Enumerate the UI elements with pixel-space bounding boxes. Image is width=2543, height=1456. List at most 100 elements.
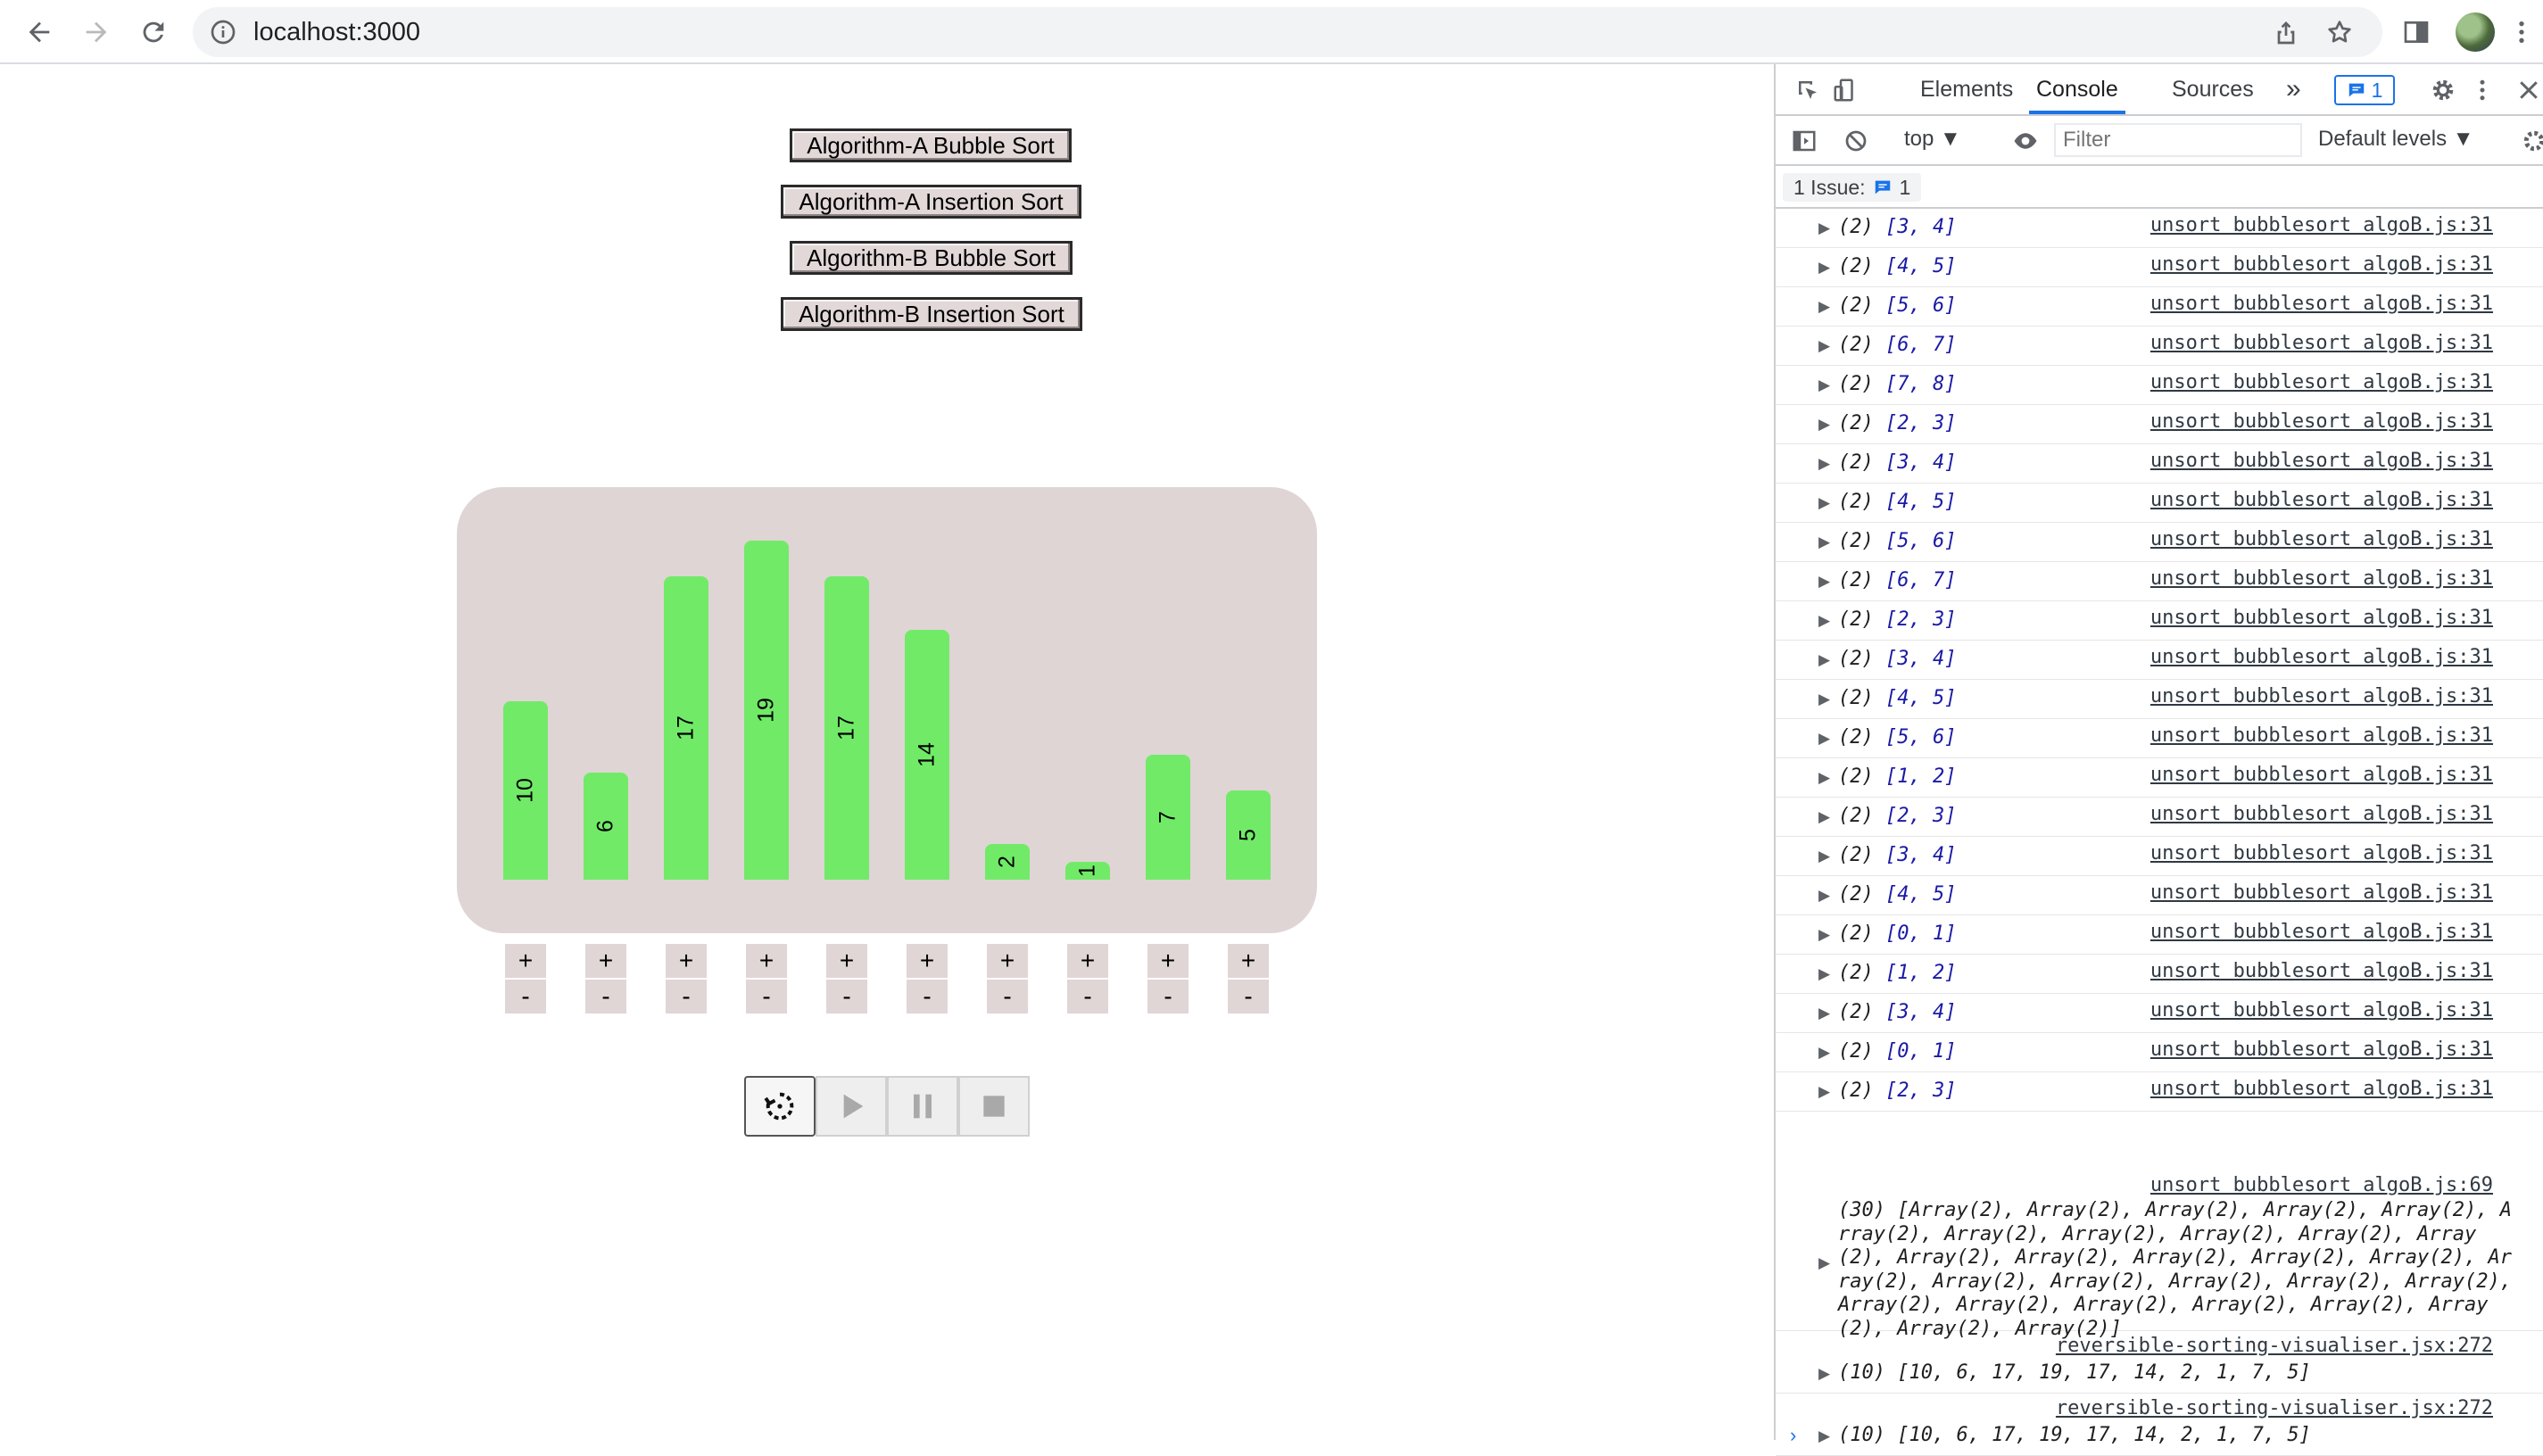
profile-avatar[interactable] xyxy=(2456,12,2495,52)
log-entry[interactable]: ▶ (2) [2, 3] unsort bubblesort algoB.js:31 xyxy=(1776,405,2543,444)
expand-triangle-icon[interactable]: ▶ xyxy=(1818,691,1830,708)
log-source-link[interactable]: unsort bubblesort algoB.js:31 xyxy=(2150,646,2493,668)
expand-triangle-icon[interactable]: ▶ xyxy=(1818,651,1830,669)
reset-button[interactable] xyxy=(744,1076,816,1137)
increment-button-3[interactable]: + xyxy=(666,944,707,978)
increment-button-5[interactable]: + xyxy=(826,944,867,978)
expand-triangle-icon[interactable]: ▶ xyxy=(1818,376,1830,394)
decrement-button-4[interactable]: - xyxy=(746,980,787,1013)
bookmark-star-icon[interactable] xyxy=(2322,14,2357,50)
increment-button-2[interactable]: + xyxy=(585,944,626,978)
tab-console[interactable]: Console xyxy=(2029,64,2125,114)
expand-triangle-icon[interactable]: ▶ xyxy=(1818,298,1830,316)
site-info-icon[interactable] xyxy=(209,18,237,46)
expand-triangle-icon[interactable]: ▶ xyxy=(1818,769,1830,787)
log-entry-array-summary[interactable]: unsort bubblesort algoB.js:69 ▶ (30) [Ar… xyxy=(1776,1172,2543,1340)
decrement-button-3[interactable]: - xyxy=(666,980,707,1013)
expand-triangle-icon[interactable]: ▶ xyxy=(1818,1044,1830,1062)
log-source-link[interactable]: reversible-sorting-visualiser.jsx:272 xyxy=(2056,1335,2493,1357)
expand-triangle-icon[interactable]: ▶ xyxy=(1818,848,1830,865)
expand-triangle-icon[interactable]: ▶ xyxy=(1818,887,1830,905)
log-entry[interactable]: ▶ (2) [0, 1] unsort bubblesort algoB.js:31 xyxy=(1776,1033,2543,1072)
console-settings-icon[interactable] xyxy=(2518,125,2543,157)
context-selector[interactable]: top ▼ xyxy=(1904,127,1961,152)
stop-button[interactable] xyxy=(958,1076,1030,1137)
side-panel-icon[interactable] xyxy=(2398,14,2434,50)
log-source-link[interactable]: unsort bubblesort algoB.js:69 xyxy=(2150,1174,2493,1196)
expand-triangle-icon[interactable]: ▶ xyxy=(1818,455,1830,473)
increment-button-7[interactable]: + xyxy=(987,944,1028,978)
increment-button-4[interactable]: + xyxy=(746,944,787,978)
expand-triangle-icon[interactable]: ▶ xyxy=(1818,1365,1830,1383)
live-expression-eye-icon[interactable] xyxy=(2009,125,2042,157)
log-source-link[interactable]: unsort bubblesort algoB.js:31 xyxy=(2150,450,2493,472)
log-source-link[interactable]: unsort bubblesort algoB.js:31 xyxy=(2150,724,2493,747)
tab-sources[interactable]: Sources xyxy=(2172,64,2254,114)
device-toolbar-icon[interactable] xyxy=(1829,74,1861,106)
log-entry[interactable]: ▶ (2) [6, 7] unsort bubblesort algoB.js:31 xyxy=(1776,562,2543,601)
log-entry[interactable]: ▶ (2) [6, 7] unsort bubblesort algoB.js:31 xyxy=(1776,327,2543,366)
log-source-link[interactable]: unsort bubblesort algoB.js:31 xyxy=(2150,371,2493,393)
log-entry[interactable]: ▶ (2) [3, 4] unsort bubblesort algoB.js:31 xyxy=(1776,994,2543,1033)
log-entry[interactable]: ▶ (2) [2, 3] unsort bubblesort algoB.js:31 xyxy=(1776,798,2543,837)
log-source-link[interactable]: unsort bubblesort algoB.js:31 xyxy=(2150,332,2493,354)
log-source-link[interactable]: reversible-sorting-visualiser.jsx:272 xyxy=(2056,1397,2493,1419)
algorithm-b-insertion-sort-button[interactable]: Algorithm-B Insertion Sort xyxy=(781,297,1082,331)
expand-triangle-icon[interactable]: ▶ xyxy=(1818,416,1830,434)
log-entry[interactable]: ▶ (2) [5, 6] unsort bubblesort algoB.js:31 xyxy=(1776,287,2543,327)
expand-triangle-icon[interactable]: ▶ xyxy=(1818,259,1830,277)
expand-triangle-icon[interactable]: ▶ xyxy=(1818,1083,1830,1101)
log-source-link[interactable]: unsort bubblesort algoB.js:31 xyxy=(2150,803,2493,825)
log-source-link[interactable]: unsort bubblesort algoB.js:31 xyxy=(2150,685,2493,707)
clear-console-icon[interactable] xyxy=(1840,125,1872,157)
log-source-link[interactable]: unsort bubblesort algoB.js:31 xyxy=(2150,960,2493,982)
log-entry[interactable]: ▶ (2) [5, 6] unsort bubblesort algoB.js:31 xyxy=(1776,719,2543,758)
log-entry[interactable]: ▶ (2) [3, 4] unsort bubblesort algoB.js:31 xyxy=(1776,209,2543,248)
share-icon[interactable] xyxy=(2268,14,2304,50)
decrement-button-6[interactable]: - xyxy=(907,980,948,1013)
log-entry[interactable]: ▶ (2) [1, 2] unsort bubblesort algoB.js:31 xyxy=(1776,758,2543,798)
expand-triangle-icon[interactable]: ▶ xyxy=(1818,337,1830,355)
log-source-link[interactable]: unsort bubblesort algoB.js:31 xyxy=(2150,489,2493,511)
log-entry[interactable]: ▶ (2) [4, 5] unsort bubblesort algoB.js:31 xyxy=(1776,876,2543,915)
expand-triangle-icon[interactable]: ▶ xyxy=(1818,808,1830,826)
log-entry[interactable]: ▶ (2) [4, 5] unsort bubblesort algoB.js:31 xyxy=(1776,680,2543,719)
expand-triangle-icon[interactable]: ▶ xyxy=(1818,573,1830,591)
increment-button-9[interactable]: + xyxy=(1147,944,1189,978)
back-icon[interactable] xyxy=(18,11,61,54)
log-entry[interactable]: ▶ (2) [1, 2] unsort bubblesort algoB.js:31 xyxy=(1776,955,2543,994)
decrement-button-1[interactable]: - xyxy=(505,980,546,1013)
console-prompt[interactable]: › xyxy=(1790,1424,1796,1447)
log-source-link[interactable]: unsort bubblesort algoB.js:31 xyxy=(2150,214,2493,236)
issues-chip[interactable]: 1 Issue: 1 xyxy=(1783,173,1922,202)
pause-button[interactable] xyxy=(887,1076,958,1137)
expand-triangle-icon[interactable]: ▶ xyxy=(1818,730,1830,748)
log-source-link[interactable]: unsort bubblesort algoB.js:31 xyxy=(2150,1038,2493,1061)
reload-icon[interactable] xyxy=(132,11,175,54)
tab-elements[interactable]: Elements xyxy=(1920,64,2013,114)
log-entry[interactable]: ▶ (2) [3, 4] unsort bubblesort algoB.js:31 xyxy=(1776,641,2543,680)
log-entry-array[interactable]: reversible-sorting-visualiser.jsx:272 ▶ … xyxy=(1776,1331,2543,1394)
expand-triangle-icon[interactable]: ▶ xyxy=(1818,494,1830,512)
increment-button-6[interactable]: + xyxy=(907,944,948,978)
algorithm-a-insertion-sort-button[interactable]: Algorithm-A Insertion Sort xyxy=(781,185,1081,219)
increment-button-8[interactable]: + xyxy=(1067,944,1108,978)
log-entry[interactable]: ▶ (2) [3, 4] unsort bubblesort algoB.js:31 xyxy=(1776,837,2543,876)
expand-triangle-icon[interactable]: ▶ xyxy=(1818,1427,1830,1445)
issues-badge[interactable]: 1 xyxy=(2334,75,2395,105)
decrement-button-10[interactable]: - xyxy=(1228,980,1269,1013)
log-entry[interactable]: ▶ (2) [2, 3] unsort bubblesort algoB.js:31 xyxy=(1776,601,2543,641)
expand-triangle-icon[interactable]: ▶ xyxy=(1818,1005,1830,1022)
console-filter-input[interactable] xyxy=(2054,123,2302,157)
decrement-button-8[interactable]: - xyxy=(1067,980,1108,1013)
settings-gear-icon[interactable] xyxy=(2427,74,2459,106)
log-source-link[interactable]: unsort bubblesort algoB.js:31 xyxy=(2150,293,2493,315)
address-bar[interactable]: localhost:3000 xyxy=(193,7,2382,57)
log-entry[interactable]: ▶ (2) [3, 4] unsort bubblesort algoB.js:31 xyxy=(1776,444,2543,484)
log-source-link[interactable]: unsort bubblesort algoB.js:31 xyxy=(2150,567,2493,590)
expand-triangle-icon[interactable]: ▶ xyxy=(1818,219,1830,237)
decrement-button-7[interactable]: - xyxy=(987,980,1028,1013)
log-entry-array[interactable]: reversible-sorting-visualiser.jsx:272 ▶ … xyxy=(1776,1394,2543,1456)
decrement-button-9[interactable]: - xyxy=(1147,980,1189,1013)
log-entry[interactable]: ▶ (2) [0, 1] unsort bubblesort algoB.js:31 xyxy=(1776,915,2543,955)
